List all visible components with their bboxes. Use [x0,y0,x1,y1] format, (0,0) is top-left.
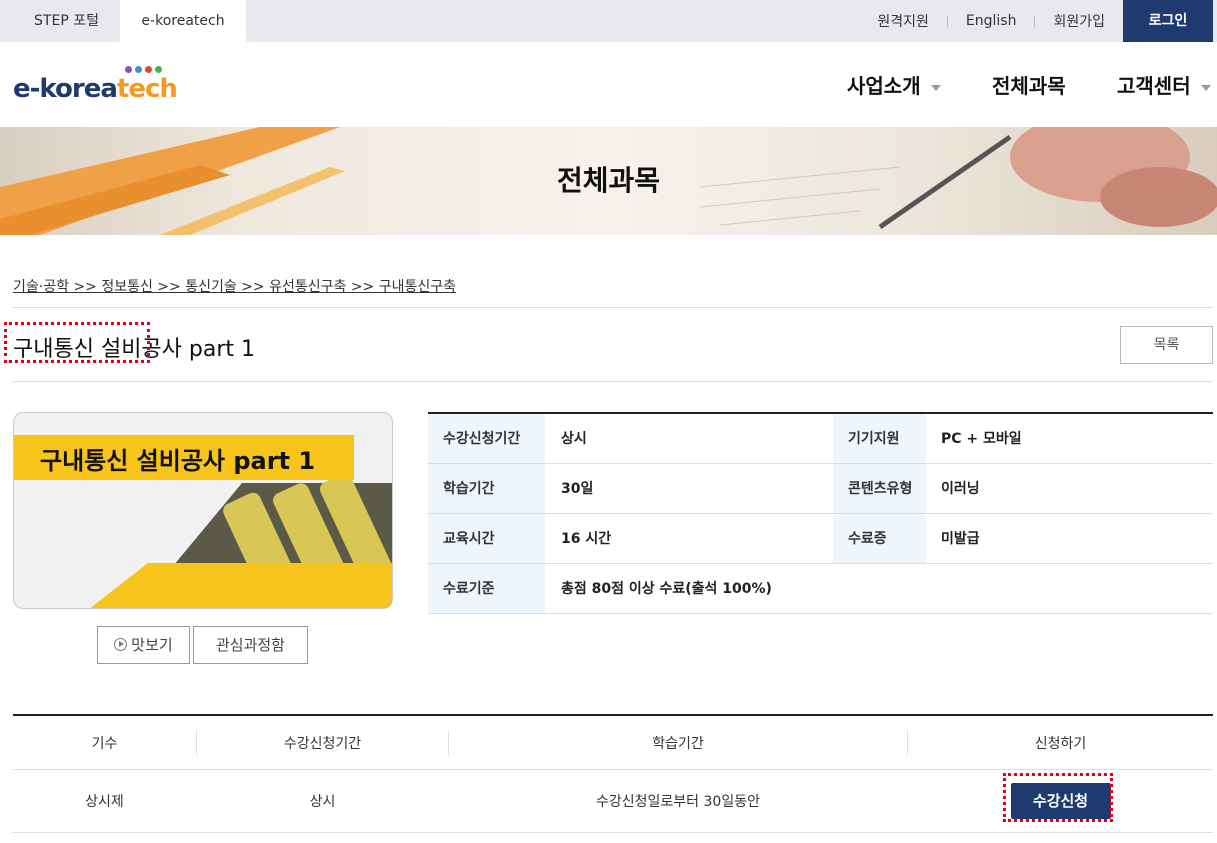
course-thumbnail: 구내통신 설비공사 part 1 [13,412,393,609]
logo-dots [125,66,162,73]
highlight-box [4,322,150,363]
column-header: 신청하기 [1034,735,1087,752]
preview-button[interactable]: 맛보기 [97,626,190,664]
top-bar: STEP 포털 e-koreatech 원격지원 English 회원가입 로그… [0,0,1217,42]
tab-e-koreatech[interactable]: e-koreatech [120,0,246,42]
column-header: 기수 [91,735,118,752]
page-title: 전체과목 [556,164,661,197]
play-icon [114,638,128,651]
info-label: 기기지원 [833,414,926,463]
info-label: 콘텐츠유형 [833,464,926,513]
nav-customer-center[interactable]: 고객센터 [1117,70,1211,99]
signup-link[interactable]: 회원가입 [1035,11,1123,31]
login-button[interactable]: 로그인 [1123,0,1213,42]
nav-all-courses[interactable]: 전체과목 [992,70,1066,99]
tab-step-portal[interactable]: STEP 포털 [13,0,120,42]
page-banner: 전체과목 [0,127,1217,235]
info-value: 이러닝 [941,481,980,497]
utility-links: 원격지원 English 회원가입 [859,0,1123,42]
breadcrumb[interactable]: 기술·공학 >> 정보통신 >> 통신기술 >> 유선통신구축 >> 구내통신구… [13,276,456,296]
highlight-box [1003,773,1113,822]
info-value: 16 시간 [561,531,612,547]
cell-enroll-period: 상시 [309,794,336,810]
remote-support-link[interactable]: 원격지원 [859,11,947,31]
info-label: 수료증 [833,514,926,563]
cell-term: 상시제 [85,794,124,810]
table-row: 학습기간 30일 콘텐츠유형 이러닝 [428,464,1213,514]
table-row: 수강신청기간 상시 기기지원 PC + 모바일 [428,414,1213,464]
english-link[interactable]: English [948,13,1035,29]
info-label: 학습기간 [428,464,545,513]
thumbnail-caption-bar: 구내통신 설비공사 part 1 [14,435,354,480]
info-label: 교육시간 [428,514,545,563]
info-value: 30일 [561,481,594,497]
chevron-down-icon [1200,84,1211,91]
info-value: 미발급 [941,531,980,547]
info-value: 상시 [561,431,587,447]
cell-study-period: 수강신청일로부터 30일동안 [596,794,760,810]
nav-business-intro[interactable]: 사업소개 [847,70,941,99]
table-row: 수료기준 총점 80점 이상 수료(출석 100%) [428,564,1213,614]
table-header-row: 기수 수강신청기간 학습기간 신청하기 [13,716,1213,770]
info-value: 총점 80점 이상 수료(출석 100%) [561,581,772,597]
info-label: 수강신청기간 [428,414,545,463]
thumbnail-band [84,563,392,608]
favorite-button[interactable]: 관심과정함 [193,626,308,664]
course-info-table: 수강신청기간 상시 기기지원 PC + 모바일 학습기간 30일 콘텐츠유형 이… [428,412,1213,614]
column-header: 수강신청기간 [283,735,362,752]
site-logo[interactable]: e-koreatech [13,66,178,106]
column-header: 학습기간 [652,735,704,752]
divider [13,307,1213,308]
table-row: 교육시간 16 시간 수료증 미발급 [428,514,1213,564]
divider [13,381,1213,382]
list-button[interactable]: 목록 [1120,326,1213,364]
info-value: PC + 모바일 [941,431,1022,447]
info-label: 수료기준 [428,564,545,613]
logo-text: e-koreatech [13,74,178,104]
chevron-down-icon [930,84,941,91]
